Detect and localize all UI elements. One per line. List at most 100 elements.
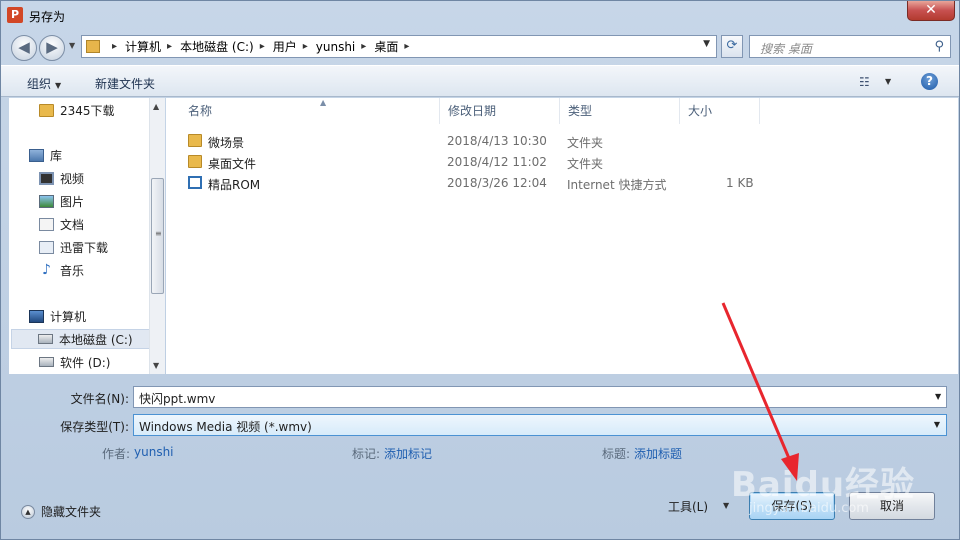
- title-bar: P 另存为 ✕: [1, 1, 959, 31]
- save-as-dialog: P 另存为 ✕ ◀ ▶ ▼ ▸ 计算机 ▸ 本地磁盘 (C:) ▸ 用户 ▸ y…: [0, 0, 960, 540]
- recent-locations-dropdown[interactable]: ▼: [69, 41, 75, 50]
- back-arrow-icon: ◀: [18, 38, 30, 56]
- view-dropdown-icon[interactable]: ▼: [885, 77, 891, 86]
- add-title-link[interactable]: 添加标题: [634, 445, 682, 462]
- forward-arrow-icon: ▶: [46, 38, 58, 56]
- chevron-right-icon[interactable]: ▸: [167, 41, 172, 52]
- organize-label: 组织: [27, 77, 52, 91]
- filetype-label: 保存类型(T):: [60, 420, 129, 434]
- tags-label: 标记:: [352, 447, 381, 461]
- sidebar-item-label: 文档: [60, 217, 85, 232]
- sidebar-item-2345-downloads[interactable]: 2345下载: [39, 100, 115, 120]
- new-folder-button[interactable]: 新建文件夹: [95, 75, 155, 92]
- file-name: 微场景: [208, 136, 245, 150]
- sidebar-item-computer[interactable]: 计算机: [29, 306, 86, 326]
- file-date: 2018/4/12 11:02: [447, 155, 547, 169]
- address-dropdown-icon[interactable]: ▼: [703, 39, 710, 49]
- column-header-type[interactable]: 类型: [560, 98, 680, 124]
- tools-dropdown-icon[interactable]: ▼: [723, 501, 729, 510]
- column-header-size[interactable]: 大小: [680, 98, 760, 124]
- filename-history-dropdown-icon[interactable]: ▼: [935, 392, 953, 401]
- file-name: 桌面文件: [208, 157, 257, 171]
- library-icon: [29, 148, 44, 162]
- refresh-button[interactable]: ⟳: [721, 35, 743, 58]
- sidebar-item-label: 本地磁盘 (C:): [59, 332, 133, 347]
- watermark-logo: Baidu经验: [731, 465, 916, 505]
- scroll-thumb[interactable]: ≡: [151, 178, 164, 294]
- drive-icon: [39, 357, 54, 367]
- search-icon[interactable]: ⚲: [934, 39, 944, 54]
- sidebar-item-libraries[interactable]: 库: [29, 145, 62, 165]
- address-bar[interactable]: ▸ 计算机 ▸ 本地磁盘 (C:) ▸ 用户 ▸ yunshi ▸ 桌面 ▸ ▼: [81, 35, 717, 58]
- chevron-right-icon[interactable]: ▸: [303, 41, 308, 52]
- scroll-up-icon[interactable]: ▲: [153, 102, 159, 111]
- hide-folders-button[interactable]: ▲ 隐藏文件夹: [21, 503, 101, 520]
- column-header-name[interactable]: ▲ 名称: [180, 98, 440, 124]
- folder-icon: [188, 134, 202, 147]
- chevron-down-icon: ▼: [55, 81, 62, 90]
- breadcrumb-local-disk[interactable]: 本地磁盘 (C:): [180, 38, 254, 55]
- column-header-label: 名称: [188, 104, 213, 118]
- file-type: Internet 快捷方式: [567, 178, 667, 192]
- tools-button[interactable]: 工具(L): [668, 498, 708, 515]
- music-icon: ♪: [42, 261, 51, 278]
- sidebar-item-label: 2345下载: [60, 103, 115, 118]
- video-icon: [39, 171, 54, 185]
- close-button[interactable]: ✕: [907, 1, 955, 21]
- chevron-down-icon: ▼: [933, 420, 940, 429]
- column-header-date[interactable]: 修改日期: [440, 98, 560, 124]
- help-icon[interactable]: ?: [921, 73, 938, 90]
- hide-folders-label: 隐藏文件夹: [41, 505, 102, 519]
- author-label: 作者:: [102, 447, 131, 461]
- file-name: 精品ROM: [208, 178, 261, 192]
- sidebar-item-pictures[interactable]: 图片: [39, 191, 84, 211]
- scroll-down-icon[interactable]: ▼: [153, 361, 159, 370]
- breadcrumb-users[interactable]: 用户: [273, 38, 297, 55]
- title-label: 标题:: [602, 447, 631, 461]
- sidebar-item-label: 视频: [60, 171, 85, 186]
- add-tags-link[interactable]: 添加标记: [384, 445, 432, 462]
- navigation-pane: 2345下载 库 视频 图片 文档 迅雷下载 ♪ 音乐 计算机 本地磁盘 (C:)…: [9, 98, 165, 374]
- search-input[interactable]: 搜索 桌面 ⚲: [749, 35, 951, 58]
- sort-ascending-icon: ▲: [320, 98, 327, 107]
- filetype-select[interactable]: Windows Media 视频 (*.wmv) ▼: [133, 414, 947, 436]
- command-toolbar: 组织 ▼ 新建文件夹 ☷ ▼ ?: [1, 65, 959, 97]
- sidebar-item-music[interactable]: ♪ 音乐: [39, 260, 84, 280]
- computer-icon: [29, 309, 44, 323]
- sidebar-item-local-disk-c[interactable]: 本地磁盘 (C:): [11, 329, 151, 349]
- sidebar-item-documents[interactable]: 文档: [39, 214, 84, 234]
- organize-button[interactable]: 组织 ▼: [27, 75, 61, 92]
- file-row[interactable]: 精品ROM 2018/3/26 12:04 Internet 快捷方式 1 KB: [184, 173, 764, 193]
- sidebar-item-label: 音乐: [60, 263, 85, 278]
- chevron-up-icon: ▲: [21, 504, 35, 519]
- grip-icon: ≡: [155, 229, 162, 238]
- powerpoint-icon: P: [7, 7, 23, 23]
- file-list: ▲ 名称 修改日期 类型 大小 微场景 2018/4/13 10:30 文件夹 桌…: [166, 98, 958, 374]
- drive-icon: [38, 334, 53, 344]
- back-button[interactable]: ◀: [11, 35, 37, 61]
- filename-label: 文件名(N):: [70, 392, 129, 406]
- file-row[interactable]: 桌面文件 2018/4/12 11:02 文件夹: [184, 152, 764, 172]
- chevron-right-icon[interactable]: ▸: [361, 41, 366, 52]
- sidebar-item-label: 库: [50, 148, 63, 163]
- shortcut-icon: [188, 176, 202, 189]
- picture-icon: [39, 194, 54, 208]
- chevron-right-icon[interactable]: ▸: [260, 41, 265, 52]
- forward-button[interactable]: ▶: [39, 35, 65, 61]
- file-row[interactable]: 微场景 2018/4/13 10:30 文件夹: [184, 131, 764, 151]
- download-icon: [39, 240, 54, 254]
- chevron-right-icon[interactable]: ▸: [112, 41, 117, 52]
- breadcrumb: ▸ 计算机 ▸ 本地磁盘 (C:) ▸ 用户 ▸ yunshi ▸ 桌面 ▸: [106, 36, 417, 57]
- author-value[interactable]: yunshi: [134, 445, 174, 459]
- sidebar-item-software-d[interactable]: 软件 (D:): [39, 352, 110, 372]
- navigation-scrollbar[interactable]: ▲ ≡ ▼: [149, 98, 165, 374]
- breadcrumb-desktop[interactable]: 桌面: [374, 38, 398, 55]
- chevron-right-icon[interactable]: ▸: [404, 41, 409, 52]
- breadcrumb-yunshi[interactable]: yunshi: [316, 40, 356, 54]
- change-view-icon[interactable]: ☷: [859, 75, 870, 89]
- breadcrumb-computer[interactable]: 计算机: [125, 38, 161, 55]
- sidebar-item-xunlei-downloads[interactable]: 迅雷下载: [39, 237, 108, 257]
- sidebar-item-videos[interactable]: 视频: [39, 168, 84, 188]
- filename-field[interactable]: 快闪ppt.wmv: [133, 386, 947, 408]
- sidebar-item-label: 迅雷下载: [60, 240, 109, 255]
